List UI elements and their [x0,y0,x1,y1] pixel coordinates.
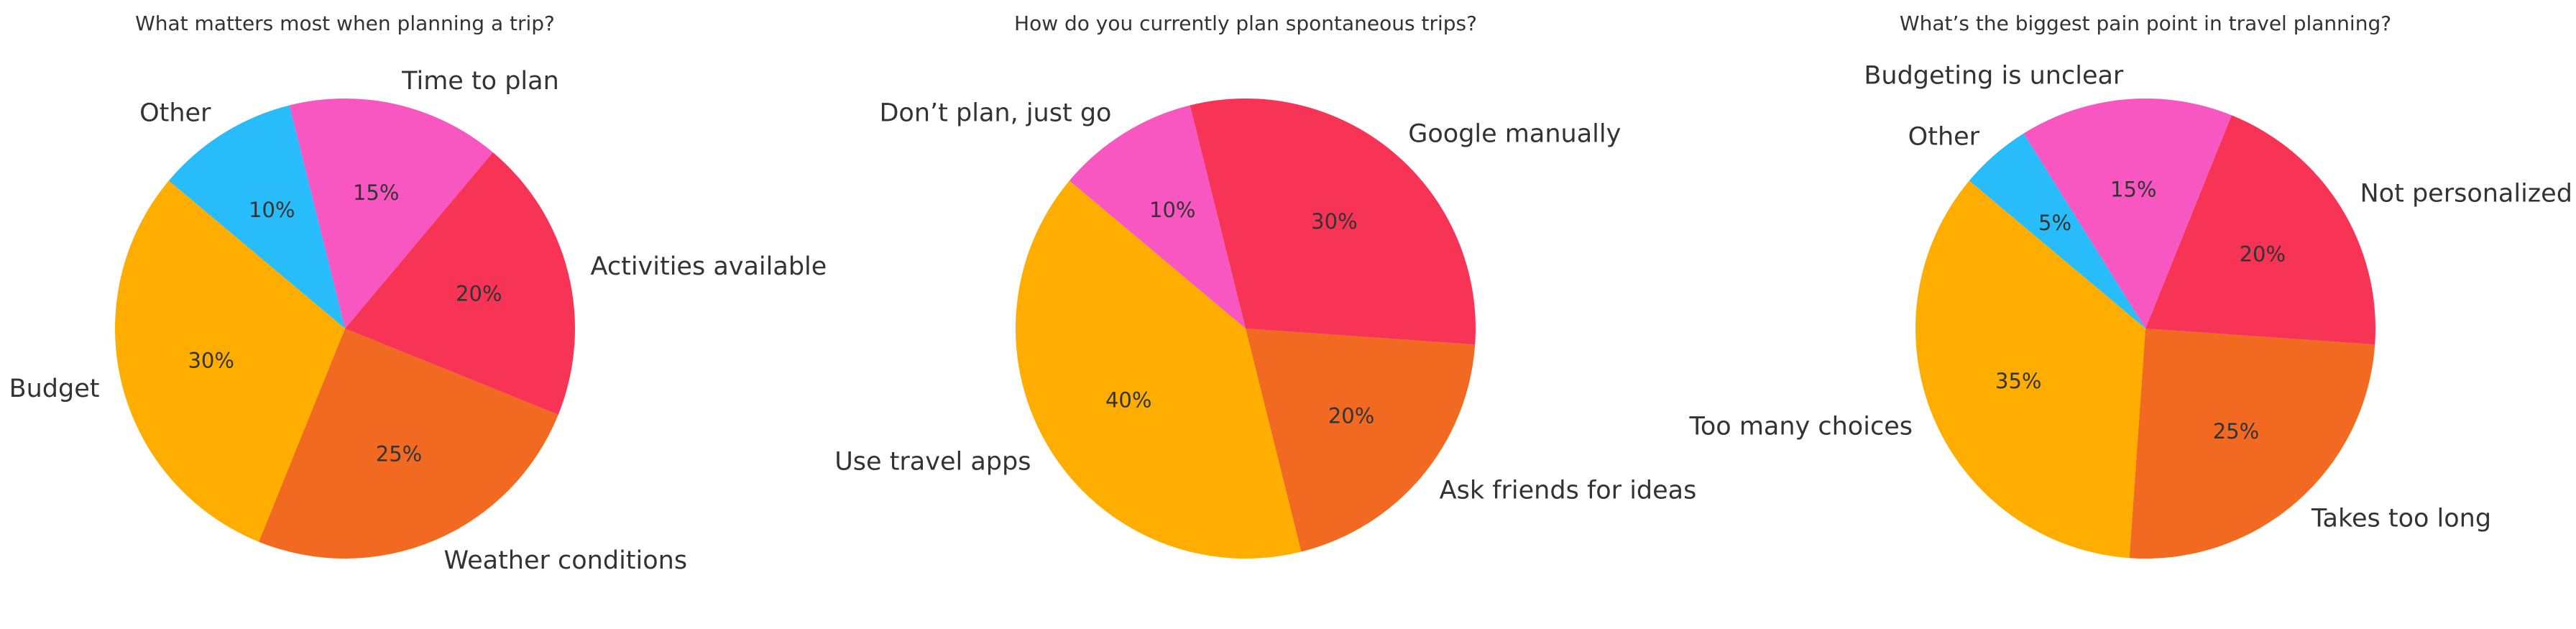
slice-percent-label: 10% [249,198,295,222]
slice-percent-label: 15% [353,180,399,205]
slice-label: Too many choices [1688,413,1913,441]
slice-label: Budget [9,375,100,403]
slice-percent-label: 20% [456,282,502,306]
pie-charts-figure: What matters most when planning a trip? B… [9,12,2572,575]
chart-title: What’s the biggest pain point in travel … [1900,12,2391,35]
slice-label: Other [139,98,211,127]
pie-chart-2: How do you currently plan spontaneous tr… [834,12,1696,559]
pie-chart-1: What matters most when planning a trip? B… [9,12,827,575]
slice-label: Don’t plan, just go [879,98,1111,127]
slice-label: Weather conditions [444,546,688,575]
slice-percent-label: 20% [2240,242,2286,266]
slice-percent-label: 10% [1149,198,1195,222]
slice-percent-label: 40% [1105,388,1151,413]
slice-percent-label: 15% [2110,178,2156,202]
slice-percent-label: 25% [2213,419,2259,444]
pie-chart-3: What’s the biggest pain point in travel … [1688,12,2572,559]
slice-label: Google manually [1408,119,1621,148]
slice-percent-label: 35% [1995,369,2041,393]
slice-percent-label: 30% [1311,209,1357,234]
slice-label: Time to plan [401,67,559,96]
slice-label: Not personalized [2360,179,2572,208]
slice-label: Other [1908,122,1980,151]
slice-label: Budgeting is unclear [1864,61,2124,90]
slice-label: Activities available [591,252,827,281]
slice-label: Takes too long [2311,505,2491,533]
slice-percent-label: 25% [376,442,422,467]
chart-title: How do you currently plan spontaneous tr… [1014,12,1477,35]
slice-percent-label: 5% [2038,211,2071,235]
slice-percent-label: 30% [188,348,234,372]
slice-label: Use travel apps [834,448,1031,477]
slice-percent-label: 20% [1328,403,1374,428]
chart-title: What matters most when planning a trip? [135,12,555,35]
slice-label: Ask friends for ideas [1440,476,1697,505]
